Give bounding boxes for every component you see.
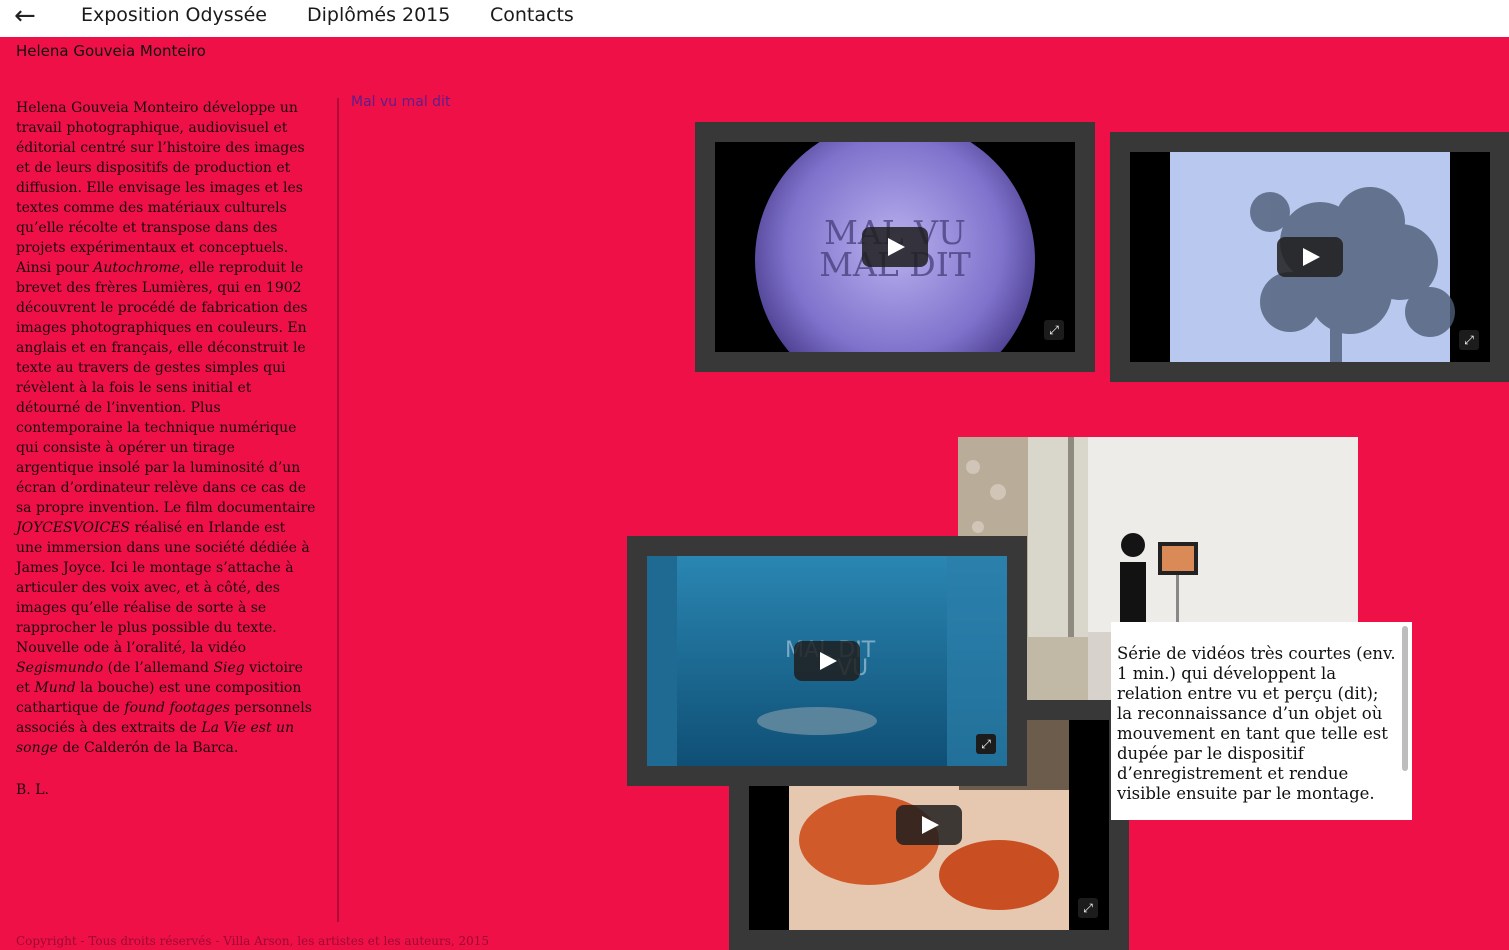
work-title-link[interactable]: Mal vu mal dit xyxy=(351,94,450,110)
artist-biography: Helena Gouveia Monteiro développe un tra… xyxy=(16,98,316,800)
video-player-3: MAL DIT VU ⤢ xyxy=(627,536,1027,786)
nav-diplomes-2015[interactable]: Diplômés 2015 xyxy=(307,4,450,26)
nav-contacts[interactable]: Contacts xyxy=(490,4,574,26)
back-arrow-icon[interactable]: ← xyxy=(14,1,36,31)
work-title-joycesvoices: JOYCESVOICES xyxy=(16,520,131,536)
work-description-box[interactable]: Série de vidéos très courtes (env. 1 min… xyxy=(1111,622,1412,820)
video-screen-2[interactable]: ⤢ xyxy=(1130,152,1490,362)
bio-signature: B. L. xyxy=(16,782,49,798)
artist-name: Helena Gouveia Monteiro xyxy=(16,42,206,60)
video-screen-1[interactable]: MAL VU MAL DIT ⤢ xyxy=(715,142,1075,352)
work-title-segismundo: Segismundo xyxy=(16,660,104,676)
play-button-4[interactable] xyxy=(896,805,962,845)
fullscreen-icon[interactable]: ⤢ xyxy=(1044,320,1064,340)
fullscreen-icon[interactable]: ⤢ xyxy=(976,734,996,754)
description-scrollbar[interactable] xyxy=(1402,626,1408,771)
work-title-autochrome: Autochrome xyxy=(93,260,181,276)
video-player-1: MAL VU MAL DIT ⤢ xyxy=(695,122,1095,372)
fullscreen-icon[interactable]: ⤢ xyxy=(1459,330,1479,350)
video-screen-3[interactable]: MAL DIT VU ⤢ xyxy=(647,556,1007,766)
footer-copyright: Copyright - Tous droits réservés - Villa… xyxy=(16,934,490,948)
play-button-1[interactable] xyxy=(862,227,928,267)
column-divider xyxy=(337,98,339,922)
work-description-text: Série de vidéos très courtes (env. 1 min… xyxy=(1117,644,1396,803)
video-player-2: ⤢ xyxy=(1110,132,1509,382)
play-button-2[interactable] xyxy=(1277,237,1343,277)
fullscreen-icon[interactable]: ⤢ xyxy=(1078,898,1098,918)
nav-exposition-odyssee[interactable]: Exposition Odyssée xyxy=(81,4,267,26)
play-button-3[interactable] xyxy=(794,641,860,681)
bio-paragraph: Helena Gouveia Monteiro développe un tra… xyxy=(16,100,316,756)
top-navigation-bar: ← Exposition Odyssée Diplômés 2015 Conta… xyxy=(0,0,1509,37)
